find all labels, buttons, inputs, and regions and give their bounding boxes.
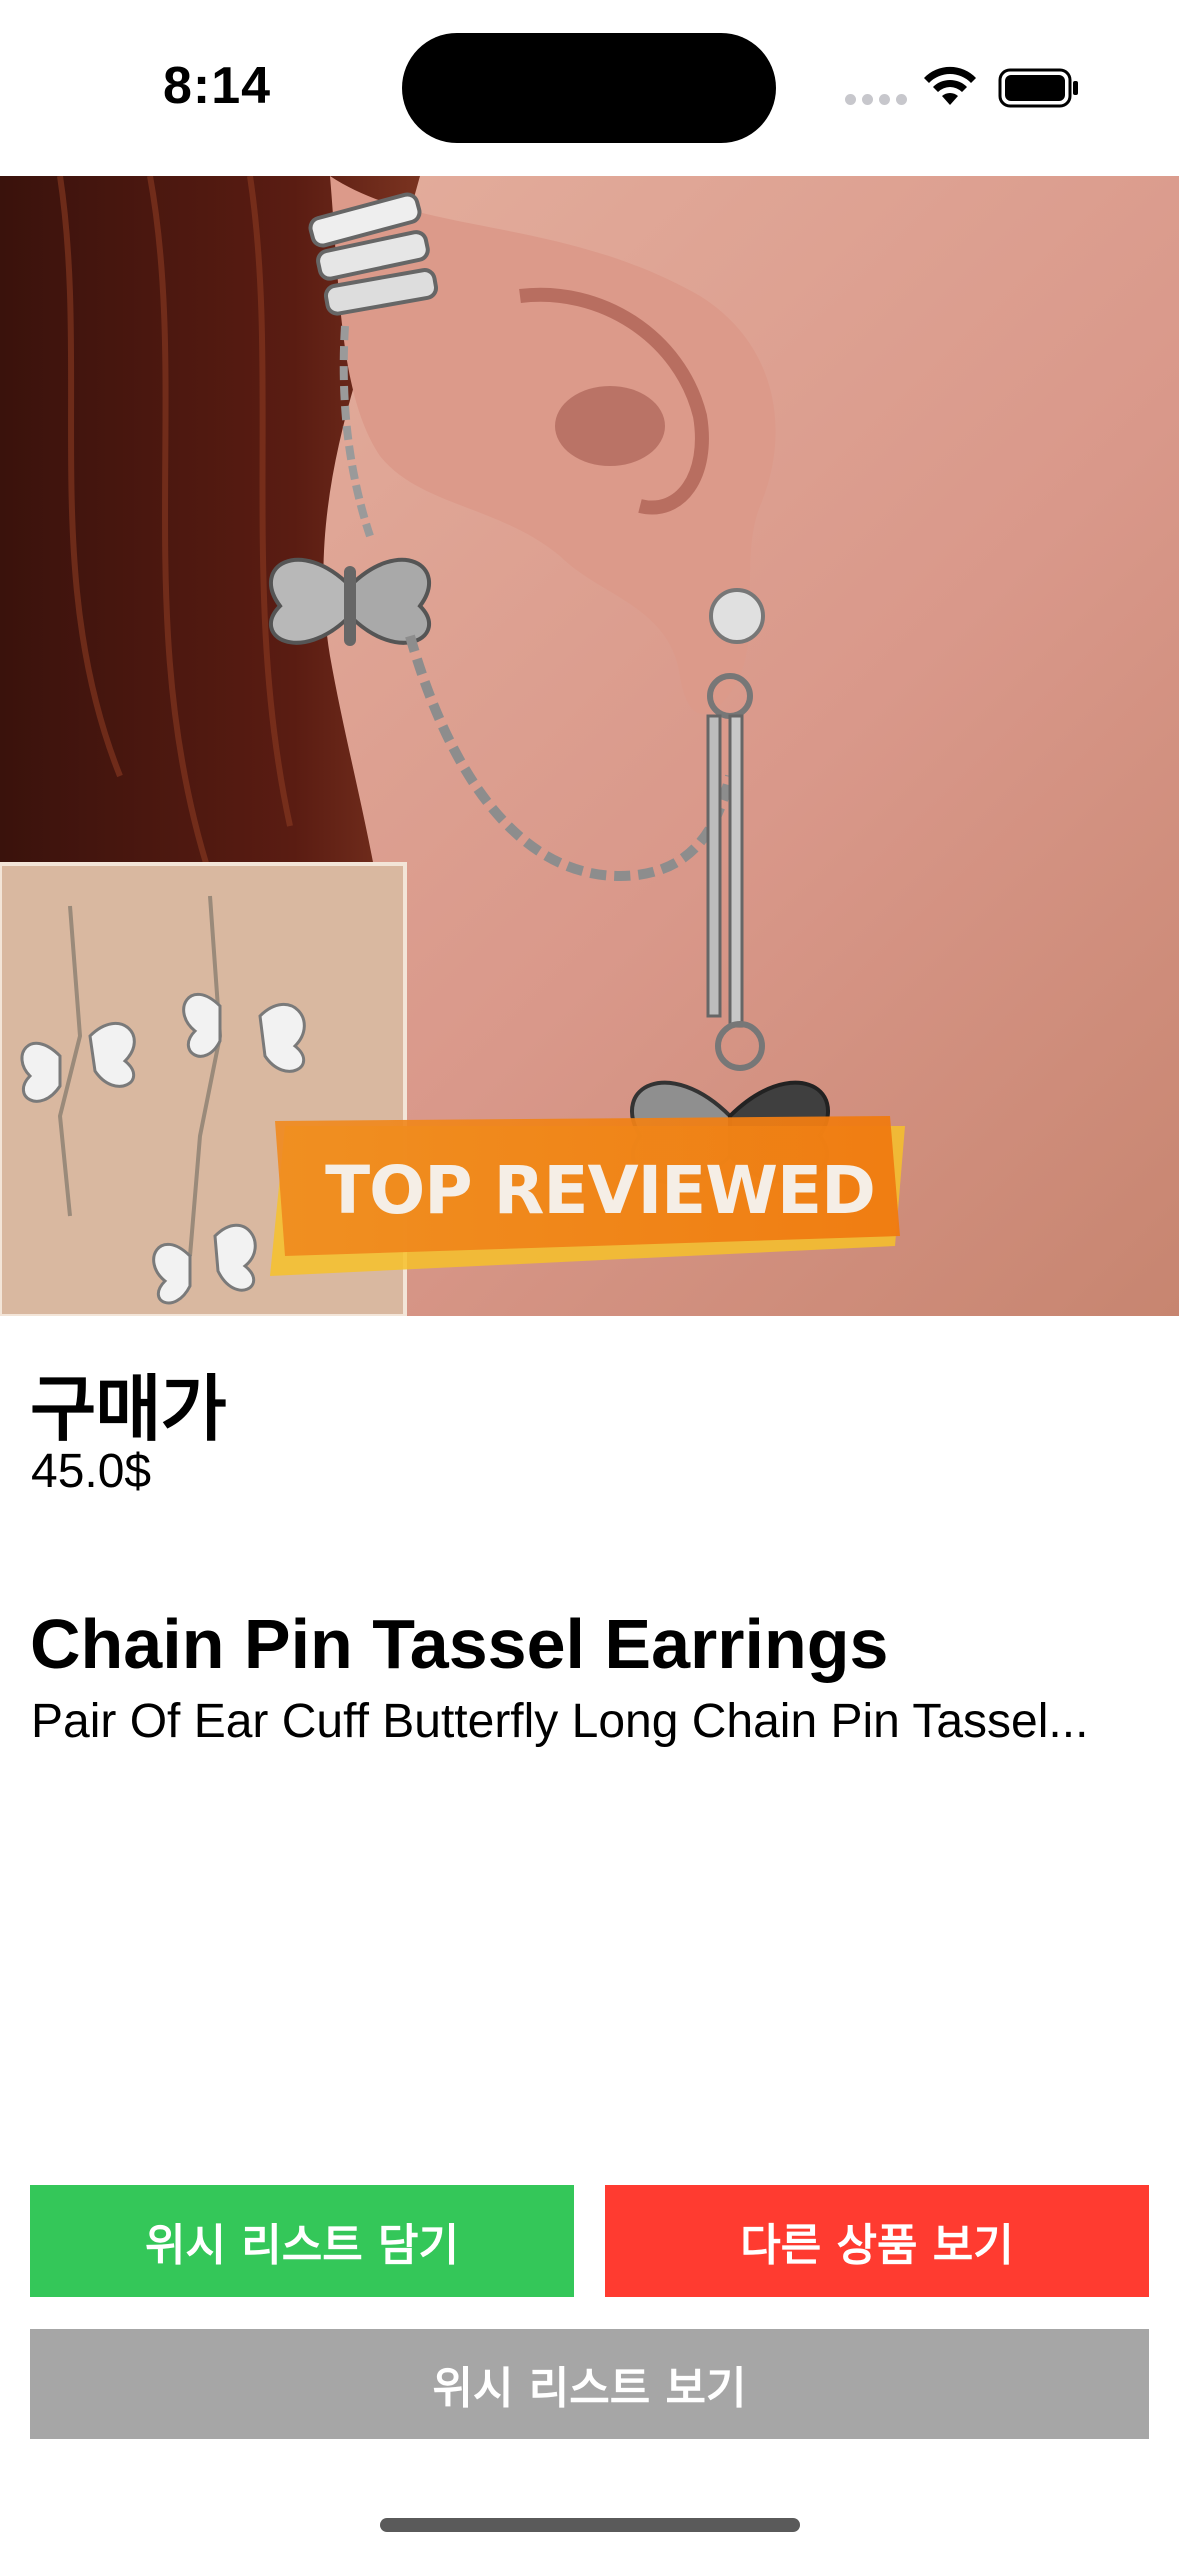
status-bar: 8:14 <box>0 0 1179 176</box>
view-wishlist-label: 위시 리스트 보기 <box>432 2363 747 2414</box>
product-title: Chain Pin Tassel Earrings <box>30 1605 889 1683</box>
top-reviewed-label: TOP REVIEWED <box>325 1152 876 1229</box>
home-indicator[interactable] <box>380 2518 800 2532</box>
wifi-icon <box>924 66 976 105</box>
add-to-wishlist-label: 위시 리스트 담기 <box>145 2220 459 2271</box>
add-to-wishlist-button[interactable]: 위시 리스트 담기 <box>30 2185 574 2297</box>
earring-photo <box>0 176 1179 1316</box>
view-other-products-label: 다른 상품 보기 <box>740 2220 1014 2271</box>
view-wishlist-button[interactable]: 위시 리스트 보기 <box>30 2329 1149 2439</box>
product-description: Pair Of Ear Cuff Butterfly Long Chain Pi… <box>31 1695 1089 1748</box>
view-other-products-button[interactable]: 다른 상품 보기 <box>605 2185 1149 2297</box>
battery-icon <box>998 68 1078 108</box>
cellular-signal-icon <box>845 94 907 105</box>
price-value: 45.0$ <box>31 1445 152 1498</box>
butterfly-charm <box>268 557 432 646</box>
product-image: TOP REVIEWED <box>0 176 1179 1316</box>
price-label: 구매가 <box>30 1367 227 1451</box>
dynamic-island <box>402 33 776 143</box>
status-time: 8:14 <box>163 57 272 115</box>
